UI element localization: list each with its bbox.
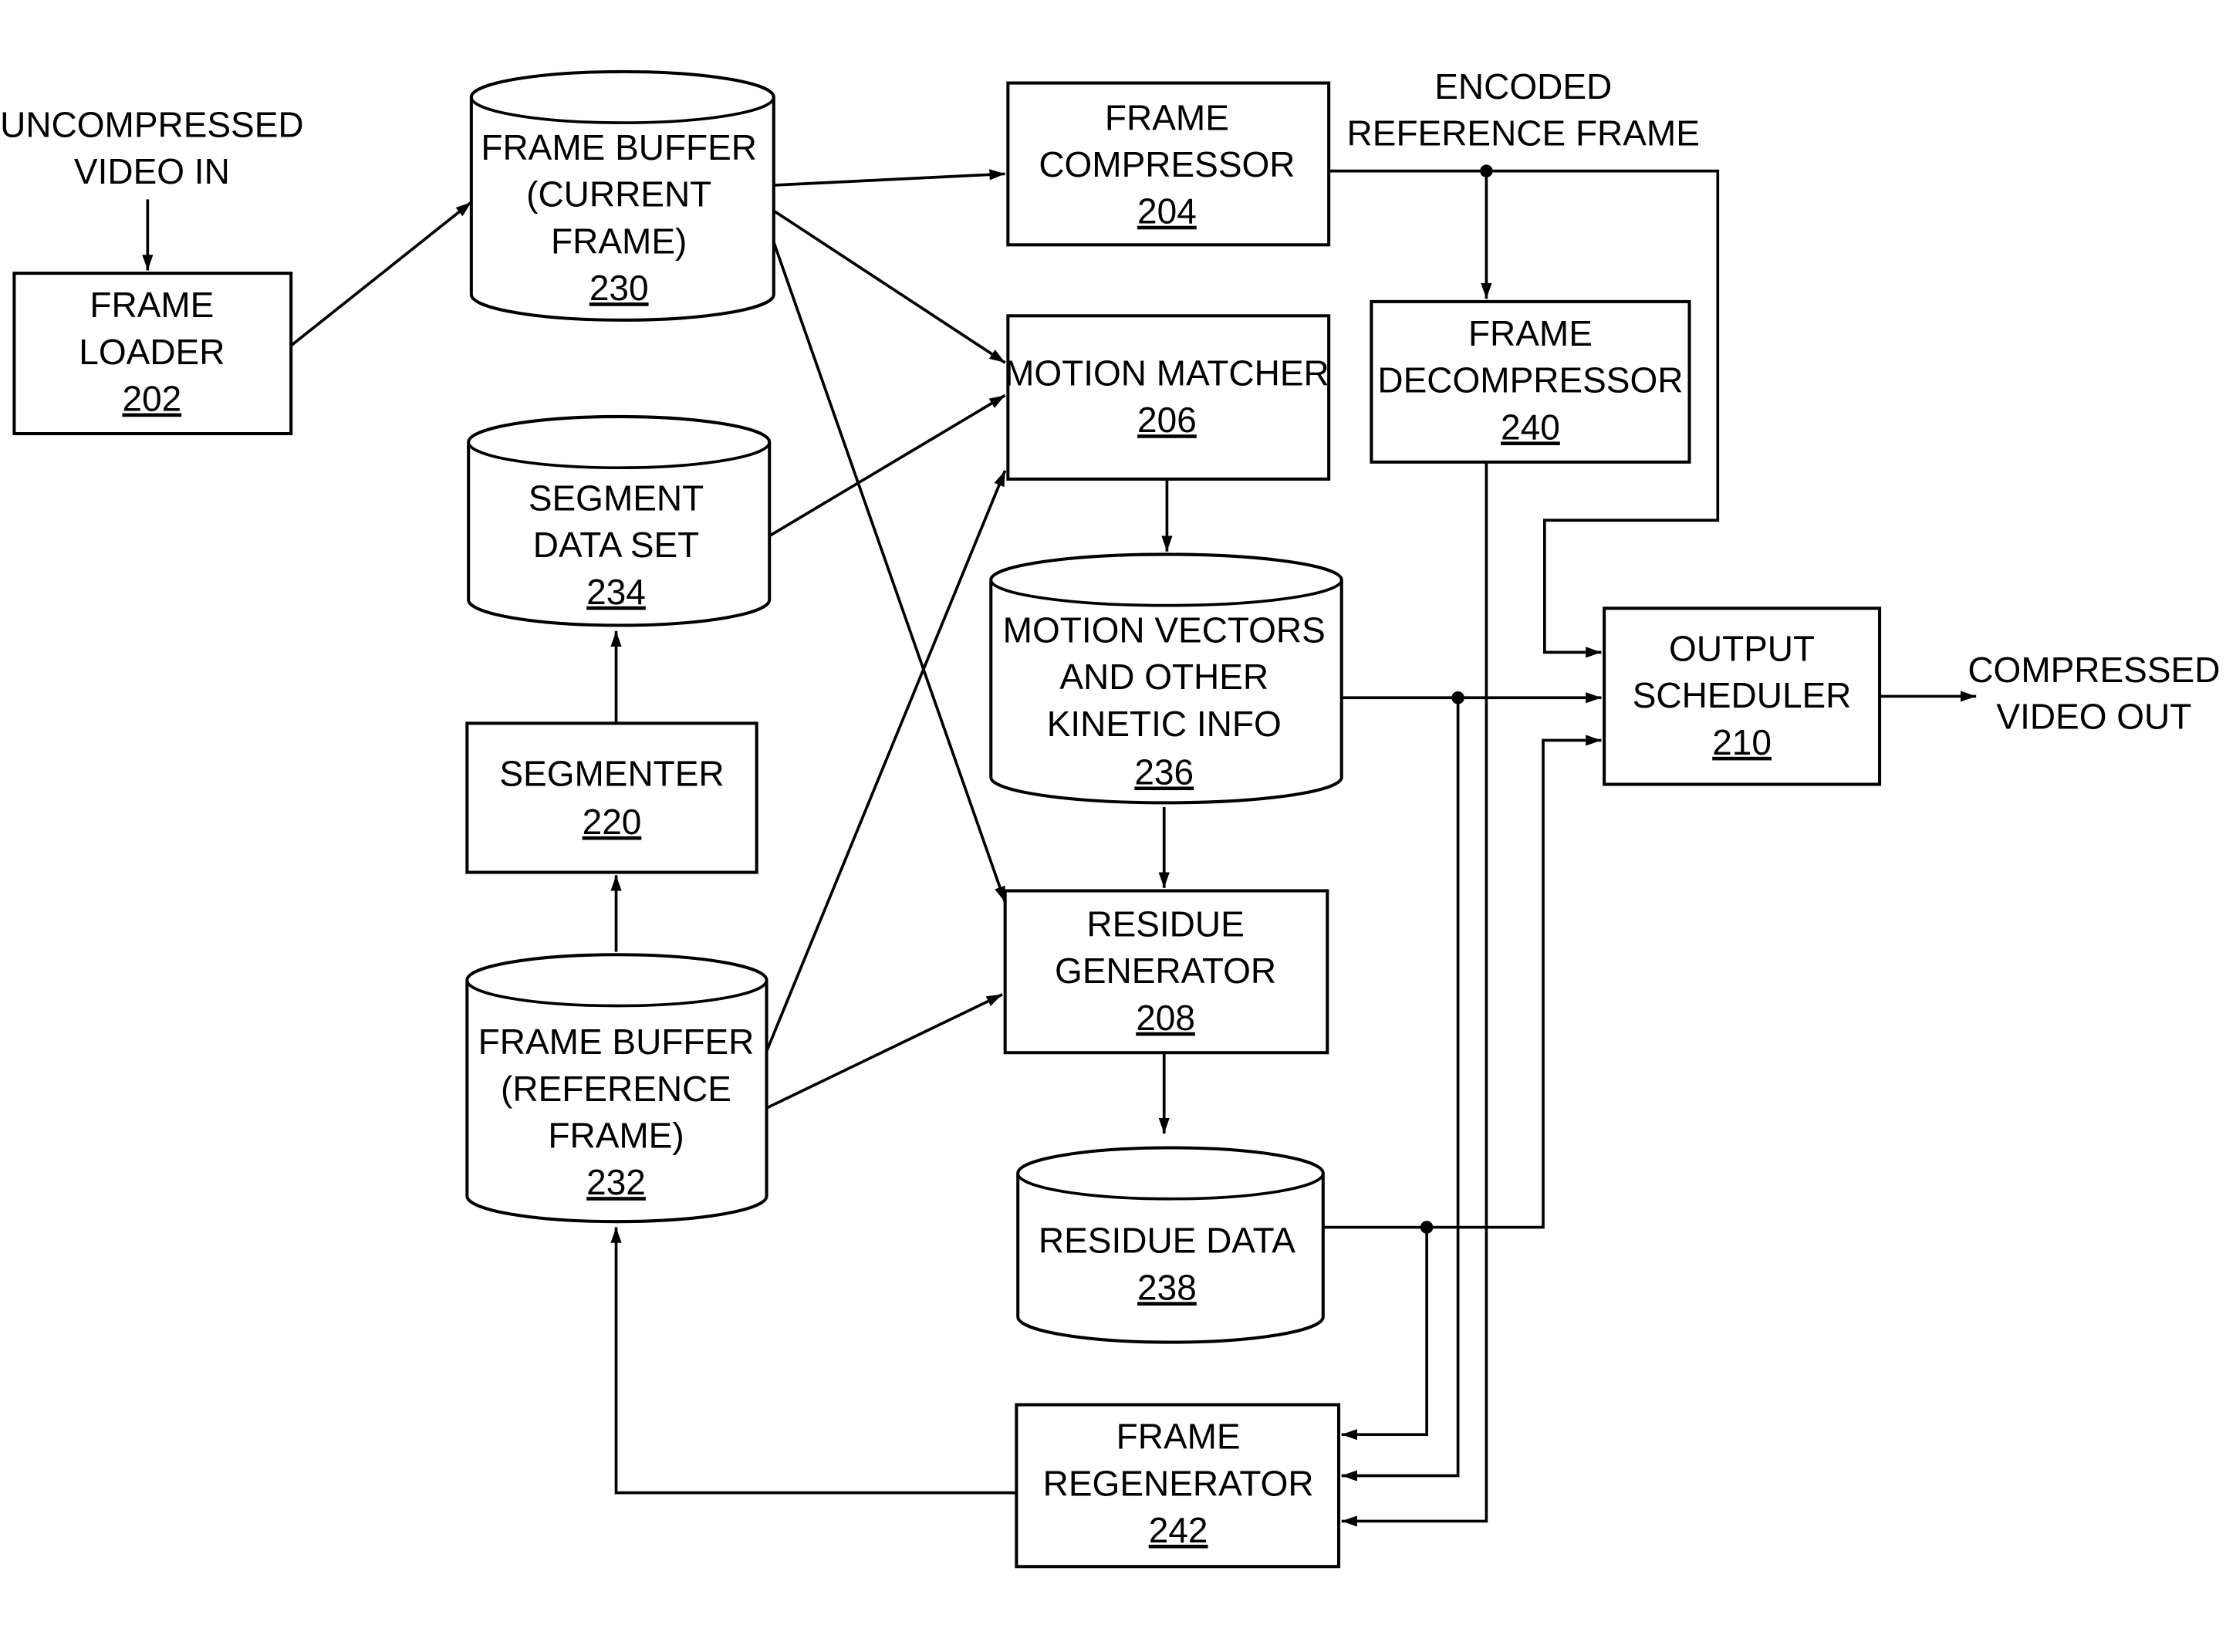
reference-number: 208 <box>1136 998 1195 1038</box>
node-label: FRAME <box>90 285 214 325</box>
reference-number: 204 <box>1137 191 1197 231</box>
node-label: COMPRESSOR <box>1039 144 1295 184</box>
node-label: SEGMENTER <box>499 753 724 793</box>
node-label: AND OTHER <box>1059 657 1268 697</box>
motion-matcher-206: MOTION MATCHER 206 <box>1005 314 1331 481</box>
node-label: MOTION VECTORS <box>1003 610 1326 650</box>
motion-vectors-236: MOTION VECTORS AND OTHER KINETIC INFO 23… <box>989 552 1343 805</box>
frame-loader-202: FRAME LOADER 202 <box>12 272 293 436</box>
junction-dot <box>1480 164 1493 177</box>
reference-number: 232 <box>586 1162 646 1202</box>
label-line: VIDEO IN <box>74 151 230 191</box>
reference-number: 206 <box>1137 400 1197 440</box>
label-line: UNCOMPRESSED <box>0 104 303 144</box>
encoded-reference-frame-label: ENCODED REFERENCE FRAME <box>1347 66 1700 154</box>
node-label: RESIDUE <box>1086 904 1244 944</box>
node-label: FRAME <box>1116 1417 1241 1457</box>
wire-vectors-to-regenerator <box>1341 698 1460 1481</box>
segment-data-set-234: SEGMENT DATA SET 234 <box>467 414 772 627</box>
block-diagram: UNCOMPRESSED VIDEO IN ENCODED REFERENCE … <box>0 0 2226 1648</box>
label-line: ENCODED <box>1434 66 1612 106</box>
wire-regenerator-to-fbref <box>610 1227 1017 1495</box>
node-label: SCHEDULER <box>1633 675 1852 715</box>
node-label: RESIDUE DATA <box>1039 1221 1295 1261</box>
arrow-segdata-to-matcher <box>768 394 1006 538</box>
node-label: OUTPUT <box>1669 628 1815 668</box>
uncompressed-video-in-label: UNCOMPRESSED VIDEO IN <box>0 104 303 191</box>
reference-number: 240 <box>1501 407 1560 447</box>
segmenter-220: SEGMENTER 220 <box>465 721 758 874</box>
node-label: (CURRENT <box>526 174 711 215</box>
frame-regenerator-242: FRAME REGENERATOR 242 <box>1015 1403 1341 1569</box>
wire-residue-to-regenerator <box>1341 1227 1428 1441</box>
reference-number: 220 <box>583 802 642 842</box>
label-line: VIDEO OUT <box>1996 697 2191 737</box>
frame-compressor-204: FRAME COMPRESSOR 204 <box>1006 81 1331 247</box>
node-label: (REFERENCE <box>501 1069 731 1109</box>
arrow-fbcurrent-to-compressor <box>773 169 1005 187</box>
node-label: REGENERATOR <box>1043 1463 1314 1503</box>
output-scheduler-210: OUTPUT SCHEDULER 210 <box>1603 606 1882 786</box>
node-label: DATA SET <box>533 525 699 565</box>
label-line: COMPRESSED <box>1968 650 2220 690</box>
reference-number: 202 <box>123 379 182 419</box>
wire-decompressor-to-regenerator <box>1341 461 1488 1527</box>
reference-number: 238 <box>1137 1267 1197 1307</box>
residue-data-238: RESIDUE DATA 238 <box>1016 1146 1325 1344</box>
reference-number: 234 <box>586 572 646 612</box>
node-label: DECOMPRESSOR <box>1377 360 1683 400</box>
frame-buffer-current-230: FRAME BUFFER (CURRENT FRAME) 230 <box>469 69 775 322</box>
node-label: SEGMENT <box>529 478 704 518</box>
arrow-fbref-to-residue-gen <box>765 993 1003 1110</box>
compressed-video-out-label: COMPRESSED VIDEO OUT <box>1968 650 2220 737</box>
reference-number: 230 <box>589 268 649 308</box>
reference-number: 210 <box>1712 722 1772 762</box>
frame-buffer-reference-232: FRAME BUFFER (REFERENCE FRAME) 232 <box>465 953 768 1224</box>
node-label: LOADER <box>79 332 225 372</box>
node-label: FRAME BUFFER <box>481 127 757 167</box>
reference-number: 242 <box>1149 1510 1208 1550</box>
wire-residue-to-scheduler <box>1322 735 1602 1229</box>
node-label: KINETIC INFO <box>1047 704 1282 744</box>
node-label: MOTION MATCHER <box>1005 353 1329 393</box>
node-label: FRAME) <box>551 221 687 261</box>
diagram-svg: UNCOMPRESSED VIDEO IN ENCODED REFERENCE … <box>0 66 2220 1569</box>
node-label: FRAME <box>1105 97 1229 137</box>
node-label: FRAME BUFFER <box>478 1022 755 1062</box>
label-line: REFERENCE FRAME <box>1347 113 1700 154</box>
reference-number: 236 <box>1134 752 1194 792</box>
node-label: FRAME <box>1468 313 1593 353</box>
node-label: GENERATOR <box>1055 951 1276 991</box>
frame-decompressor-240: FRAME DECOMPRESSOR 240 <box>1370 299 1691 464</box>
residue-generator-208: RESIDUE GENERATOR 208 <box>1003 889 1329 1055</box>
node-label: FRAME) <box>548 1116 684 1156</box>
arrow-loader-to-fbcurrent <box>290 201 472 347</box>
